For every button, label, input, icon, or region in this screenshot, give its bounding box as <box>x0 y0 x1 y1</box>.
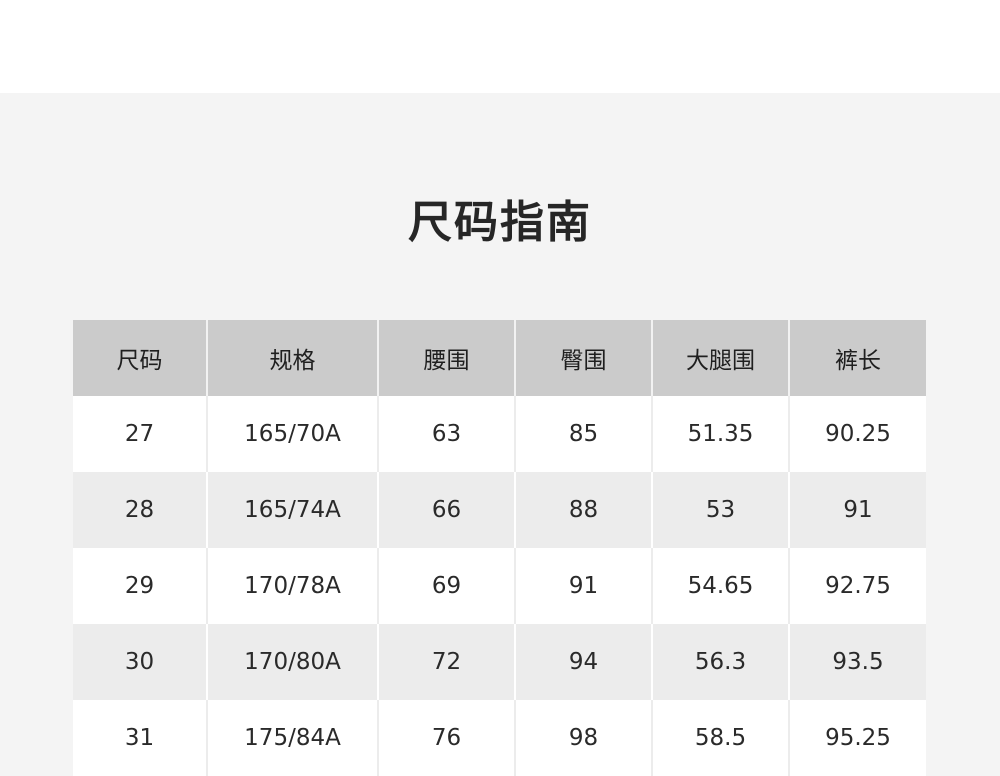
cell-hip: 94 <box>515 624 653 700</box>
table-row: 29 170/78A 69 91 54.65 92.75 <box>73 548 926 624</box>
cell-size: 29 <box>73 548 208 624</box>
table-row: 28 165/74A 66 88 53 91 <box>73 472 926 548</box>
page-title: 尺码指南 <box>408 197 592 248</box>
cell-hip: 98 <box>515 700 653 776</box>
header-hip: 臀围 <box>515 320 653 396</box>
cell-thigh: 51.35 <box>652 396 790 472</box>
cell-size: 31 <box>73 700 208 776</box>
top-strip <box>0 0 1000 93</box>
cell-hip: 88 <box>515 472 653 548</box>
cell-hip: 85 <box>515 396 653 472</box>
cell-length: 93.5 <box>789 624 926 700</box>
cell-thigh: 53 <box>652 472 790 548</box>
cell-length: 95.25 <box>789 700 926 776</box>
cell-waist: 72 <box>378 624 516 700</box>
cell-waist: 66 <box>378 472 516 548</box>
cell-waist: 63 <box>378 396 516 472</box>
cell-spec: 175/84A <box>207 700 379 776</box>
cell-spec: 170/80A <box>207 624 379 700</box>
header-waist: 腰围 <box>378 320 516 396</box>
header-spec: 规格 <box>207 320 379 396</box>
cell-size: 27 <box>73 396 208 472</box>
header-size: 尺码 <box>73 320 208 396</box>
size-chart-table: 尺码 规格 腰围 臀围 大腿围 裤长 27 165/70A 63 85 51.3… <box>73 320 926 776</box>
cell-hip: 91 <box>515 548 653 624</box>
cell-length: 92.75 <box>789 548 926 624</box>
table-row: 31 175/84A 76 98 58.5 95.25 <box>73 700 926 776</box>
cell-spec: 165/70A <box>207 396 379 472</box>
cell-length: 91 <box>789 472 926 548</box>
table-header-row: 尺码 规格 腰围 臀围 大腿围 裤长 <box>73 320 926 396</box>
cell-waist: 76 <box>378 700 516 776</box>
header-length: 裤长 <box>789 320 926 396</box>
cell-thigh: 58.5 <box>652 700 790 776</box>
cell-length: 90.25 <box>789 396 926 472</box>
header-thigh: 大腿围 <box>652 320 790 396</box>
table-row: 27 165/70A 63 85 51.35 90.25 <box>73 396 926 472</box>
cell-thigh: 56.3 <box>652 624 790 700</box>
cell-size: 28 <box>73 472 208 548</box>
cell-waist: 69 <box>378 548 516 624</box>
cell-size: 30 <box>73 624 208 700</box>
cell-spec: 170/78A <box>207 548 379 624</box>
cell-spec: 165/74A <box>207 472 379 548</box>
cell-thigh: 54.65 <box>652 548 790 624</box>
table-row: 30 170/80A 72 94 56.3 93.5 <box>73 624 926 700</box>
